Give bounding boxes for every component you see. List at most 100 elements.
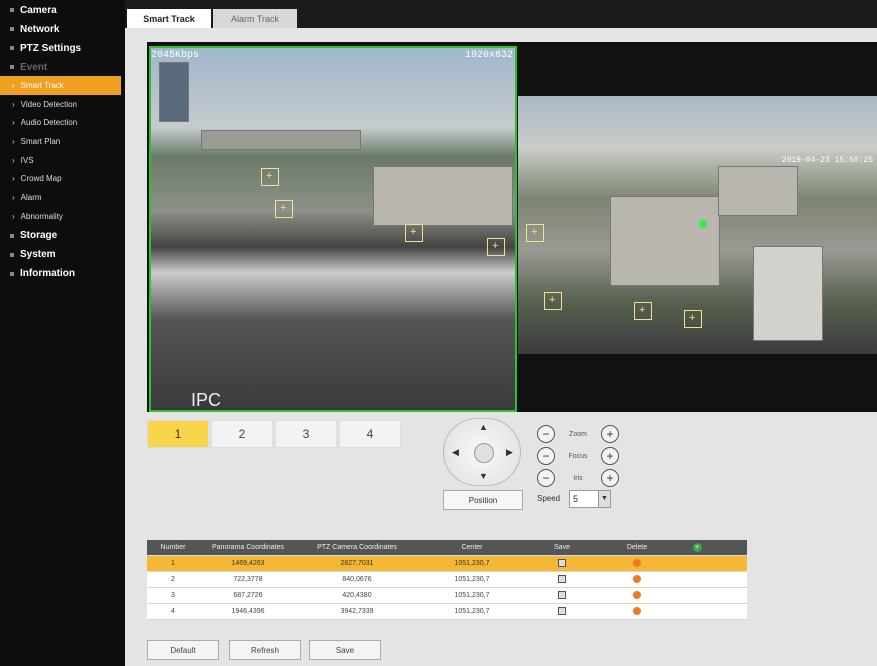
ptz-direction-pad[interactable]: ▲ ▼ ◀ ▶ (443, 418, 521, 486)
header-delete: Delete (626, 544, 648, 551)
chevron-down-icon[interactable]: ▼ (598, 491, 610, 507)
zoom-label: Zoom (569, 430, 587, 438)
focus-minus-button[interactable]: − (537, 447, 555, 465)
track-target-box (544, 292, 562, 310)
cell-number: 4 (171, 608, 175, 615)
arrow-left-icon[interactable]: ◀ (452, 447, 459, 458)
cell-center: 1051,230,7 (454, 592, 490, 599)
header-panorama: Panorama Coordinates (212, 544, 284, 551)
bullet-icon (10, 233, 14, 238)
header-save: Save (554, 544, 570, 551)
save-icon[interactable] (558, 606, 566, 615)
default-button[interactable]: Default (147, 640, 219, 660)
center-marker (699, 220, 707, 228)
sidebar-item-ivs[interactable]: › IVS (0, 151, 125, 170)
arrow-right-icon[interactable]: ▶ (506, 447, 513, 458)
track-target-box (487, 238, 505, 256)
sidebar-item-ptz-settings[interactable]: PTZ Settings (0, 38, 125, 57)
table-row[interactable]: 1 1469,4263 2827,7031 1051,230,7 (147, 556, 747, 572)
sidebar-item-label: Smart Track (20, 80, 64, 90)
resolution-osd: 1920x832 (464, 50, 513, 61)
sidebar-item-system[interactable]: System (0, 245, 125, 264)
sidebar-item-label: Video Detection (20, 99, 78, 109)
cell-panorama: 722,3778 (233, 576, 263, 583)
save-icon[interactable] (558, 574, 566, 583)
save-button[interactable]: Save (309, 640, 381, 660)
preset-4-button[interactable]: 4 (339, 420, 401, 448)
cell-ptz: 3942,7339 (340, 608, 374, 615)
sidebar-item-information[interactable]: Information (0, 264, 125, 283)
zoom-out-button[interactable]: − (537, 425, 555, 443)
save-icon[interactable] (558, 558, 566, 567)
focus-label: Focus (568, 452, 588, 460)
ipc-osd: IPC (191, 390, 222, 410)
sidebar-item-label: Smart Plan (20, 136, 61, 146)
tab-smart-track[interactable]: Smart Track (127, 9, 211, 28)
sidebar-item-label: System (20, 249, 56, 260)
cell-center: 1051,230,7 (454, 608, 490, 615)
iris-plus-button[interactable]: + (601, 469, 619, 487)
tab-alarm-track[interactable]: Alarm Track (213, 9, 297, 28)
arrow-up-icon[interactable]: ▲ (479, 422, 488, 432)
bullet-icon (10, 65, 14, 69)
zoom-row: − Zoom + (537, 424, 619, 444)
delete-icon[interactable] (633, 574, 641, 583)
cell-delete (597, 558, 677, 569)
preset-2-button[interactable]: 2 (211, 420, 273, 448)
table-row[interactable]: 2 722,3778 840,0676 1051,230,7 (147, 572, 747, 588)
add-icon[interactable]: + (692, 543, 702, 552)
chevron-right-icon: › (12, 155, 15, 165)
sidebar-item-label: Storage (20, 230, 58, 241)
preset-1-button[interactable]: 1 (147, 420, 209, 448)
ptz-center-button[interactable] (474, 443, 494, 463)
speed-select[interactable]: 5 ▼ (569, 490, 611, 508)
ptz-camera-view[interactable]: 2019-04-23 15:50:25 (518, 96, 877, 354)
panorama-view[interactable]: 2045Kbps 1920x832 IPC (149, 46, 517, 412)
sidebar-item-crowd-map[interactable]: › Crowd Map (0, 169, 125, 188)
sidebar-item-abnormality[interactable]: › Abnormality (0, 207, 125, 226)
main-content: Smart Track Alarm Track 2045Kbps 1920x83… (125, 0, 877, 666)
sidebar-item-event[interactable]: Event (0, 57, 125, 76)
track-target-box (684, 310, 702, 328)
cell-number: 1 (171, 560, 175, 567)
chevron-right-icon: › (12, 80, 15, 90)
sidebar-item-label: PTZ Settings (20, 42, 82, 54)
cell-delete (597, 590, 677, 601)
sidebar-item-storage[interactable]: Storage (0, 226, 125, 245)
iris-minus-button[interactable]: − (537, 469, 555, 487)
sidebar-item-smart-track[interactable]: › Smart Track (0, 76, 121, 95)
arrow-down-icon[interactable]: ▼ (479, 471, 488, 481)
sidebar-item-smart-plan[interactable]: › Smart Plan (0, 132, 125, 151)
building-shape (610, 196, 720, 286)
zoom-in-button[interactable]: + (601, 425, 619, 443)
speed-value: 5 (573, 494, 579, 504)
position-button[interactable]: Position (443, 490, 523, 510)
sidebar-item-video-detection[interactable]: › Video Detection (0, 95, 125, 114)
track-target-box (405, 224, 423, 242)
focus-plus-button[interactable]: + (601, 447, 619, 465)
cell-ptz: 2827,7031 (340, 560, 374, 567)
sidebar-item-label: Abnormality (20, 211, 63, 221)
tab-bar: Smart Track Alarm Track (125, 0, 877, 28)
building-shape (201, 130, 361, 150)
cell-save (527, 574, 597, 585)
delete-icon[interactable] (633, 606, 641, 615)
sidebar-item-network[interactable]: Network (0, 19, 125, 38)
bullet-icon (10, 271, 14, 276)
delete-icon[interactable] (633, 558, 641, 567)
chevron-right-icon: › (12, 99, 15, 109)
refresh-button[interactable]: Refresh (229, 640, 301, 660)
video-area: 2045Kbps 1920x832 IPC 2019-04-23 15:50:2… (147, 42, 877, 412)
sidebar-item-label: Alarm (20, 192, 42, 202)
save-icon[interactable] (558, 590, 566, 599)
delete-icon[interactable] (633, 590, 641, 599)
preset-3-button[interactable]: 3 (275, 420, 337, 448)
table-row[interactable]: 4 1946,4396 3942,7339 1051,230,7 (147, 604, 747, 620)
sidebar-item-audio-detection[interactable]: › Audio Detection (0, 113, 125, 132)
sidebar-item-camera[interactable]: Camera (0, 0, 125, 19)
table-row[interactable]: 3 687,2726 420,4380 1051,230,7 (147, 588, 747, 604)
sidebar-item-alarm[interactable]: › Alarm (0, 188, 125, 207)
add-row-cell: + (677, 543, 717, 552)
sidebar-item-label: Crowd Map (20, 174, 62, 184)
chevron-right-icon: › (12, 136, 15, 146)
